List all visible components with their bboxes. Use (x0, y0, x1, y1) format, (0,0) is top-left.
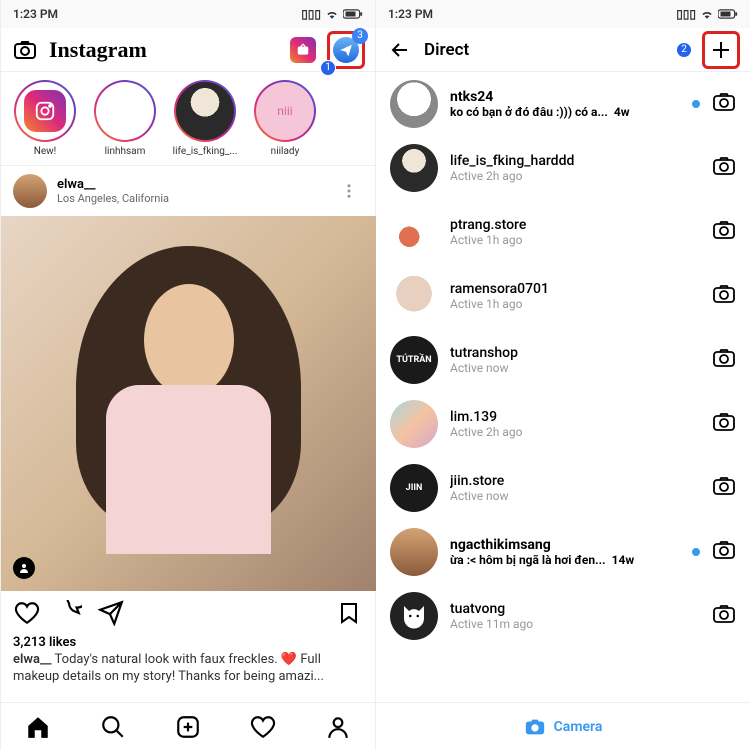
signal-icon: ▯▯▯ (676, 7, 696, 21)
dm-thread[interactable]: ntks24ko có bạn ở đó đâu :))) có a...4w (376, 72, 750, 136)
status-time: 1:23 PM (13, 7, 58, 21)
dm-subtitle: Active 11m ago (450, 617, 700, 631)
comment-button[interactable] (55, 599, 83, 627)
dm-username: ntks24 (450, 89, 680, 105)
nav-profile[interactable] (324, 713, 352, 741)
nav-home[interactable] (24, 713, 52, 741)
dm-camera-button[interactable] (712, 602, 736, 630)
dm-camera-button[interactable] (712, 90, 736, 118)
story-item[interactable]: niii niilady (251, 80, 319, 157)
dm-username: jiin.store (450, 473, 700, 489)
dm-username: life_is_fking_harddd (450, 153, 700, 169)
story-label: life_is_fking_... (173, 146, 238, 157)
camera-button[interactable] (11, 36, 39, 64)
status-bar: 1:23 PM ▯▯▯ (376, 0, 750, 28)
instagram-logo: Instagram (49, 37, 147, 63)
dm-username: tutranshop (450, 345, 700, 361)
direct-button-highlight: 3 1 (327, 31, 365, 69)
new-message-button[interactable] (707, 36, 735, 64)
post-avatar[interactable] (13, 174, 47, 208)
dm-username: tuatvong (450, 601, 700, 617)
dm-avatar[interactable] (390, 272, 438, 320)
dm-avatar[interactable] (390, 528, 438, 576)
story-new[interactable]: New! (11, 80, 79, 157)
igtv-button[interactable] (289, 36, 317, 64)
back-button[interactable] (386, 36, 414, 64)
post-more-button[interactable] (335, 177, 363, 205)
dm-avatar[interactable] (390, 208, 438, 256)
dm-thread[interactable]: life_is_fking_hardddActive 2h ago (376, 136, 750, 200)
dm-avatar[interactable] (390, 400, 438, 448)
dm-subtitle: Active 1h ago (450, 233, 700, 247)
nav-search[interactable] (99, 713, 127, 741)
dm-subtitle: Active 1h ago (450, 297, 700, 311)
dm-thread-list[interactable]: ntks24ko có bạn ở đó đâu :))) có a...4wl… (376, 72, 750, 702)
stories-tray[interactable]: New! linhhsam life_is_fking_... niii nii… (1, 72, 375, 166)
dm-subtitle: ừa :< hôm bị ngã là hơi đen...14w (450, 553, 680, 567)
nav-add[interactable] (174, 713, 202, 741)
dm-avatar[interactable] (390, 80, 438, 128)
post-image[interactable] (1, 216, 376, 591)
dm-avatar[interactable] (390, 144, 438, 192)
dm-avatar[interactable]: TÚTRẦN (390, 336, 438, 384)
save-button[interactable] (335, 599, 363, 627)
story-label: linhhsam (105, 146, 146, 157)
step-2-marker: 2 (676, 42, 692, 58)
dm-avatar[interactable]: JIIN (390, 464, 438, 512)
story-item[interactable]: linhhsam (91, 80, 159, 157)
camera-footer-button[interactable]: Camera (376, 702, 750, 750)
camera-label: Camera (554, 719, 603, 735)
status-time: 1:23 PM (388, 7, 433, 21)
post-username[interactable]: elwa__ (57, 177, 169, 192)
dm-thread[interactable]: ptrang.storeActive 1h ago (376, 200, 750, 264)
dm-subtitle: ko có bạn ở đó đâu :))) có a...4w (450, 105, 680, 119)
post-location[interactable]: Los Angeles, California (57, 192, 169, 205)
dm-username: ngacthikimsang (450, 537, 680, 553)
signal-icon: ▯▯▯ (301, 7, 321, 21)
dm-thread[interactable]: TÚTRẦN tutranshopActive now (376, 328, 750, 392)
dm-subtitle: Active now (450, 361, 700, 375)
direct-title: Direct (424, 40, 469, 60)
dm-camera-button[interactable] (712, 282, 736, 310)
tagged-people-icon[interactable] (13, 557, 35, 579)
dm-thread[interactable]: lim.139Active 2h ago (376, 392, 750, 456)
dm-camera-button[interactable] (712, 346, 736, 374)
dm-thread[interactable]: ramensora0701Active 1h ago (376, 264, 750, 328)
story-label: niilady (271, 146, 300, 157)
dm-avatar[interactable] (390, 592, 438, 640)
dm-subtitle: Active now (450, 489, 700, 503)
battery-icon (718, 8, 738, 20)
status-bar: 1:23 PM ▯▯▯ (1, 0, 375, 28)
dm-camera-button[interactable] (712, 410, 736, 438)
dm-camera-button[interactable] (712, 218, 736, 246)
dm-camera-button[interactable] (712, 154, 736, 182)
post-caption[interactable]: elwa__ Today's natural look with faux fr… (1, 650, 375, 694)
wifi-icon (700, 7, 714, 21)
dm-subtitle: Active 2h ago (450, 425, 700, 439)
dm-username: ramensora0701 (450, 281, 700, 297)
camera-icon (524, 716, 546, 738)
dm-camera-button[interactable] (712, 474, 736, 502)
likes-count[interactable]: 3,213 likes (1, 635, 375, 650)
step-1-marker: 1 (320, 60, 336, 76)
dm-subtitle: Active 2h ago (450, 169, 700, 183)
nav-activity[interactable] (249, 713, 277, 741)
wifi-icon (325, 7, 339, 21)
share-button[interactable] (97, 599, 125, 627)
unread-dot (692, 548, 700, 556)
dm-thread[interactable]: JIIN jiin.storeActive now (376, 456, 750, 520)
story-label: New! (34, 146, 57, 157)
dm-badge: 3 (352, 28, 368, 44)
dm-username: ptrang.store (450, 217, 700, 233)
dm-camera-button[interactable] (712, 538, 736, 566)
unread-dot (692, 100, 700, 108)
dm-username: lim.139 (450, 409, 700, 425)
new-message-highlight (702, 31, 740, 69)
dm-thread[interactable]: ngacthikimsangừa :< hôm bị ngã là hơi đe… (376, 520, 750, 584)
like-button[interactable] (13, 599, 41, 627)
dm-thread[interactable]: tuatvongActive 11m ago (376, 584, 750, 648)
story-item[interactable]: life_is_fking_... (171, 80, 239, 157)
battery-icon (343, 8, 363, 20)
